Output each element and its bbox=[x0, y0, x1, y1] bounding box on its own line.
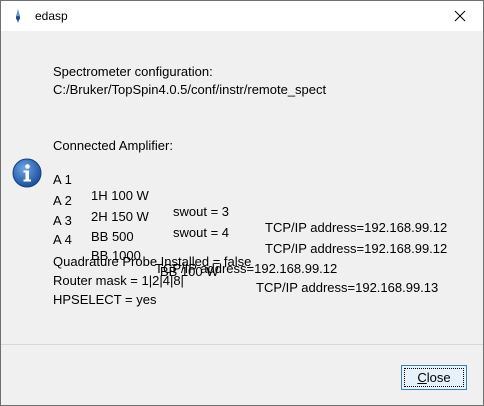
amplifier-address: TCP/IP address=192.168.99.13 bbox=[256, 280, 439, 295]
close-icon[interactable] bbox=[437, 1, 483, 31]
window-title: edasp bbox=[35, 9, 68, 23]
title-bar[interactable]: edasp bbox=[1, 1, 483, 31]
close-button-mnemonic: C bbox=[417, 370, 427, 385]
quadrature-status: Quadrature Probe Installed = false bbox=[53, 254, 252, 269]
amplifier-extra: swout = 3 bbox=[173, 204, 230, 219]
amplifier-address: TCP/IP address=192.168.99.12 bbox=[265, 220, 448, 235]
config-path: C:/Bruker/TopSpin4.0.5/conf/instr/remote… bbox=[53, 82, 327, 97]
topspin-app-icon bbox=[10, 8, 26, 24]
amplifier-id: A 4 bbox=[53, 232, 72, 247]
message-area: Spectrometer configuration: C:/Bruker/To… bbox=[1, 31, 483, 344]
amplifier-desc: 2H 150 W bbox=[91, 209, 149, 224]
router-mask: Router mask = 1|2|4|8| bbox=[53, 273, 184, 288]
amplifier-desc: BB 500 bbox=[91, 229, 134, 244]
config-heading: Spectrometer configuration: bbox=[53, 64, 213, 79]
dialog-window: edasp Spectrometer configuration: C:/Bru… bbox=[0, 0, 484, 406]
close-button-label-rest: lose bbox=[426, 370, 451, 385]
amplifier-desc: 1H 100 W bbox=[91, 188, 149, 203]
amplifier-address: TCP/IP address=192.168.99.12 bbox=[265, 241, 448, 256]
close-button-label: Close bbox=[417, 370, 450, 385]
amplifier-heading: Connected Amplifier: bbox=[53, 138, 173, 153]
hpselect-status: HPSELECT = yes bbox=[53, 292, 157, 307]
close-button[interactable]: Close bbox=[401, 365, 467, 390]
amplifier-extra: swout = 4 bbox=[173, 225, 230, 240]
info-icon bbox=[12, 158, 42, 188]
button-bar: Close bbox=[1, 345, 483, 405]
